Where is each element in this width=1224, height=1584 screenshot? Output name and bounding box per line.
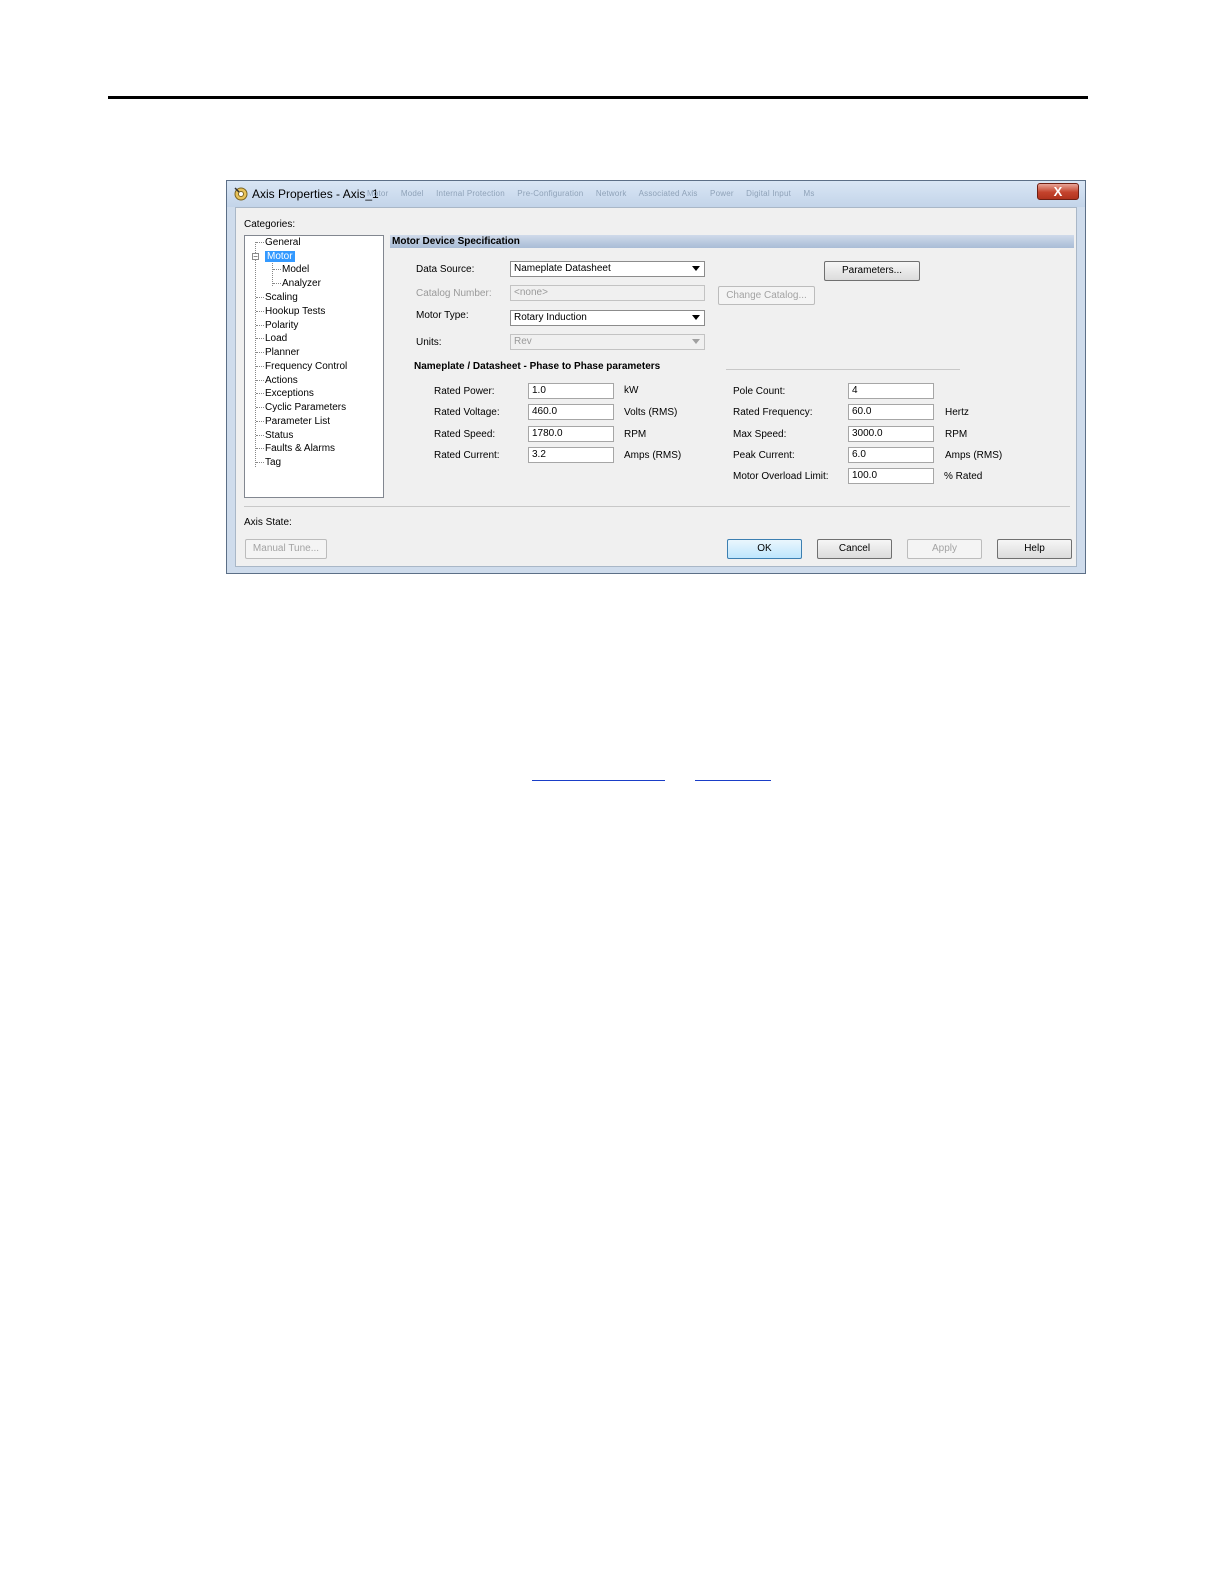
nameplate-heading: Nameplate / Datasheet - Phase to Phase p…: [414, 361, 661, 372]
peak-current-input[interactable]: 6.0: [848, 447, 934, 463]
ghost-tab: Internal Protection: [436, 189, 505, 198]
background-tab-strip: Motor Model Internal Protection Pre-Conf…: [367, 189, 825, 198]
dropdown-arrow-icon: [692, 339, 700, 344]
max-speed-unit: RPM: [945, 429, 968, 440]
ghost-tab: Model: [400, 189, 424, 198]
rated-current-input[interactable]: 3.2: [528, 447, 614, 463]
motor-overload-limit-input[interactable]: 100.0: [848, 468, 934, 484]
motor-device-spec-header: Motor Device Specification: [390, 235, 1074, 248]
data-source-select[interactable]: Nameplate Datasheet: [510, 261, 705, 277]
tree-item-planner[interactable]: Planner: [256, 347, 299, 358]
tree-item-frequency-control[interactable]: Frequency Control: [256, 361, 347, 372]
tree-item-general[interactable]: General: [256, 237, 301, 248]
link-underline[interactable]: [532, 780, 665, 781]
catalog-number-field: <none>: [510, 285, 705, 301]
help-button[interactable]: Help: [997, 539, 1072, 559]
units-value: Rev: [514, 336, 532, 347]
dialog-client-area: Categories: − General Motor Model Analyz…: [235, 207, 1077, 567]
tree-item-parameter-list[interactable]: Parameter List: [256, 416, 330, 427]
data-source-label: Data Source:: [416, 264, 475, 275]
ok-button[interactable]: OK: [727, 539, 802, 559]
tree-item-status[interactable]: Status: [256, 430, 293, 441]
tree-item-cyclic-parameters[interactable]: Cyclic Parameters: [256, 402, 346, 413]
ghost-tab: Pre-Configuration: [517, 189, 584, 198]
catalog-number-label: Catalog Number:: [416, 288, 492, 299]
units-select: Rev: [510, 334, 705, 350]
rated-frequency-label: Rated Frequency:: [733, 407, 813, 418]
tree-item-polarity[interactable]: Polarity: [256, 320, 298, 331]
dialog-title: Axis Properties - Axis_1: [252, 187, 379, 201]
manual-tune-button: Manual Tune...: [245, 539, 327, 559]
heading-divider: [726, 369, 960, 370]
motor-type-select[interactable]: Rotary Induction: [510, 310, 705, 326]
axis-properties-dialog: Axis Properties - Axis_1 Motor Model Int…: [226, 180, 1086, 574]
pole-count-label: Pole Count:: [733, 386, 786, 397]
tree-item-hookup-tests[interactable]: Hookup Tests: [256, 306, 325, 317]
units-label: Units:: [416, 337, 442, 348]
tree-item-scaling[interactable]: Scaling: [256, 292, 298, 303]
rated-frequency-unit: Hertz: [945, 407, 969, 418]
rated-speed-label: Rated Speed:: [434, 429, 496, 440]
motor-overload-limit-label: Motor Overload Limit:: [733, 471, 829, 482]
motor-overload-limit-unit: % Rated: [944, 471, 983, 482]
rated-current-unit: Amps (RMS): [624, 450, 682, 461]
max-speed-input[interactable]: 3000.0: [848, 426, 934, 442]
title-bar[interactable]: Axis Properties - Axis_1 Motor Model Int…: [227, 181, 1085, 207]
tree-item-actions[interactable]: Actions: [256, 375, 298, 386]
tree-item-analyzer[interactable]: Analyzer: [273, 278, 321, 289]
peak-current-label: Peak Current:: [733, 450, 795, 461]
axis-state-label: Axis State:: [244, 517, 292, 528]
rated-voltage-unit: Volts (RMS): [624, 407, 678, 418]
tree-item-tag[interactable]: Tag: [256, 457, 281, 468]
max-speed-label: Max Speed:: [733, 429, 787, 440]
rated-voltage-input[interactable]: 460.0: [528, 404, 614, 420]
page-top-rule: [108, 96, 1088, 99]
peak-current-unit: Amps (RMS): [945, 450, 1003, 461]
data-source-value: Nameplate Datasheet: [514, 263, 611, 274]
gear-app-icon: [234, 187, 248, 201]
rated-voltage-label: Rated Voltage:: [434, 407, 500, 418]
rated-speed-input[interactable]: 1780.0: [528, 426, 614, 442]
rated-frequency-input[interactable]: 60.0: [848, 404, 934, 420]
pole-count-input[interactable]: 4: [848, 383, 934, 399]
ghost-tab: Digital Input: [746, 189, 792, 198]
dropdown-arrow-icon: [692, 266, 700, 271]
cancel-button[interactable]: Cancel: [817, 539, 892, 559]
tree-item-motor[interactable]: Motor: [256, 251, 295, 262]
ghost-tab: Associated Axis: [638, 189, 698, 198]
rated-power-unit: kW: [624, 385, 639, 396]
tree-item-load[interactable]: Load: [256, 333, 287, 344]
ghost-tab: Motor: [367, 189, 389, 198]
parameters-button[interactable]: Parameters...: [824, 261, 920, 281]
dropdown-arrow-icon: [692, 315, 700, 320]
change-catalog-button: Change Catalog...: [718, 286, 815, 305]
rated-power-label: Rated Power:: [434, 386, 495, 397]
categories-label: Categories:: [244, 219, 296, 230]
footer-divider: [244, 506, 1070, 507]
apply-button: Apply: [907, 539, 982, 559]
motor-type-value: Rotary Induction: [514, 312, 587, 323]
ghost-tab: Ms: [803, 189, 815, 198]
close-button[interactable]: X: [1037, 183, 1079, 200]
ghost-tab: Network: [595, 189, 627, 198]
tree-item-exceptions[interactable]: Exceptions: [256, 388, 314, 399]
motor-type-label: Motor Type:: [416, 310, 469, 321]
link-underline[interactable]: [695, 780, 771, 781]
rated-speed-unit: RPM: [624, 429, 647, 440]
rated-power-input[interactable]: 1.0: [528, 383, 614, 399]
tree-item-model[interactable]: Model: [273, 264, 309, 275]
tree-item-faults-alarms[interactable]: Faults & Alarms: [256, 443, 335, 454]
categories-tree[interactable]: − General Motor Model Analyzer Scaling H…: [244, 235, 384, 498]
rated-current-label: Rated Current:: [434, 450, 500, 461]
ghost-tab: Power: [710, 189, 734, 198]
